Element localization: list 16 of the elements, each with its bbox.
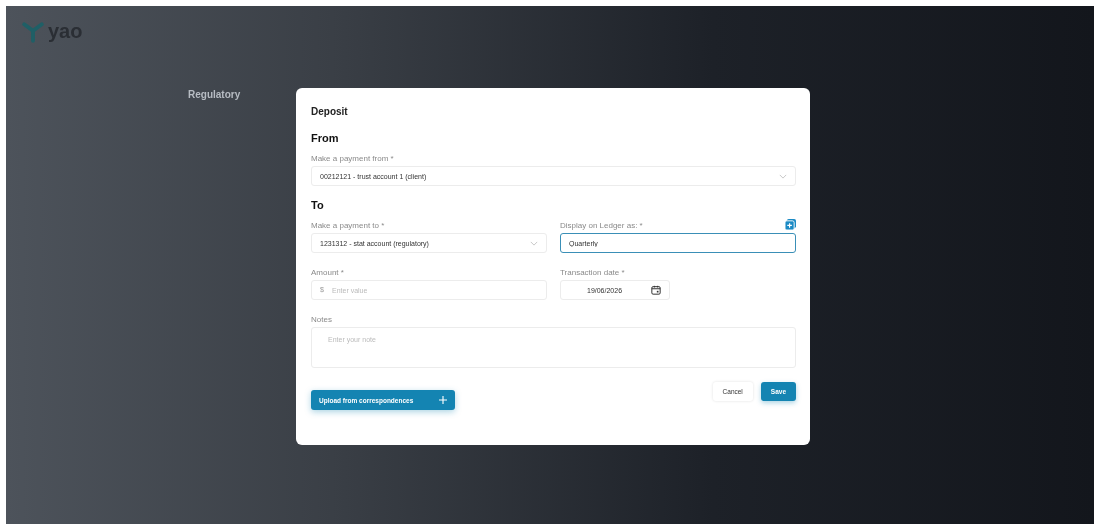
logo-icon xyxy=(22,20,44,43)
field-label: Notes xyxy=(311,315,332,324)
calendar-icon[interactable] xyxy=(651,285,661,295)
field-label: Amount * xyxy=(311,268,344,277)
field-label: Make a payment to * xyxy=(311,221,385,230)
section-heading: From xyxy=(311,132,340,144)
field-label: Make a payment from * xyxy=(311,154,394,163)
field-label: Display on Ledger as: * xyxy=(560,221,643,230)
field-label: Transaction date * xyxy=(560,268,625,277)
chevron-icon xyxy=(779,173,787,179)
plus-icon xyxy=(439,396,447,404)
add-icon[interactable] xyxy=(785,219,796,230)
page-title: Regulatory xyxy=(188,89,241,100)
dialog-title: Deposit xyxy=(311,106,349,117)
chevron-icon xyxy=(530,240,538,246)
section-heading: To xyxy=(311,199,325,211)
